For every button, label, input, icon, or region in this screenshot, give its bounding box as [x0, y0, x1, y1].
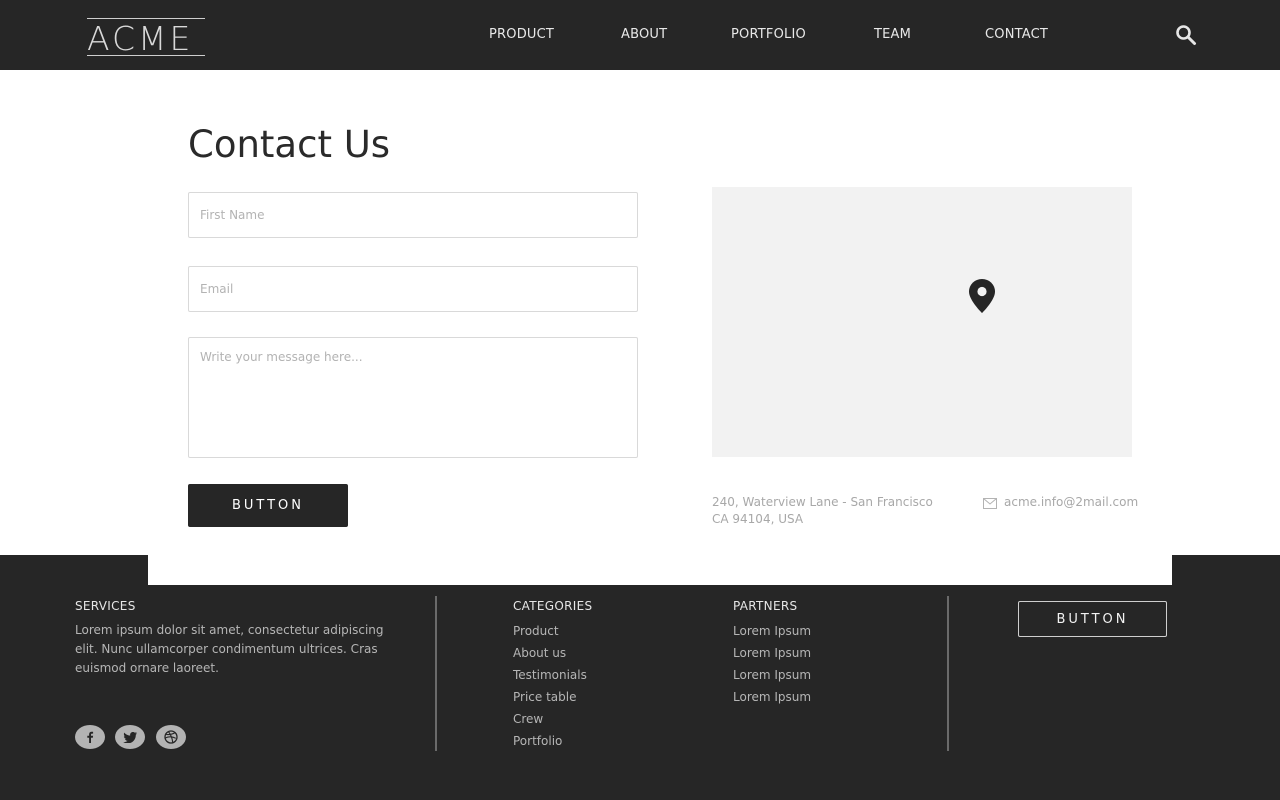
logo-underline [87, 55, 205, 56]
page-title: Contact Us [188, 123, 391, 166]
map-pin-icon [969, 279, 995, 313]
partner-link[interactable]: Lorem Ipsum [733, 623, 811, 639]
site-footer: SERVICES Lorem ipsum dolor sit amet, con… [0, 555, 1280, 800]
mail-icon [983, 498, 997, 509]
footer-divider-left [435, 596, 437, 751]
nav-item-product[interactable]: PRODUCT [489, 26, 554, 44]
dribbble-icon[interactable] [156, 725, 186, 749]
search-icon[interactable] [1175, 24, 1197, 46]
message-field[interactable] [188, 337, 638, 458]
category-link-price-table[interactable]: Price table [513, 689, 576, 705]
contact-email-link[interactable]: acme.info@2mail.com [1004, 494, 1138, 511]
submit-button[interactable]: BUTTON [188, 484, 348, 527]
logo[interactable]: ACME [87, 18, 205, 58]
first-name-field[interactable] [188, 192, 638, 238]
footer-divider-right [947, 596, 949, 751]
categories-heading: CATEGORIES [513, 599, 593, 613]
services-text: Lorem ipsum dolor sit amet, consectetur … [75, 623, 384, 675]
email-field[interactable] [188, 266, 638, 312]
nav-item-team[interactable]: TEAM [874, 26, 911, 44]
footer-tab [148, 555, 1172, 585]
address-line-1: 240, Waterview Lane - San Francisco [712, 495, 933, 509]
site-header: ACME PRODUCT ABOUT PORTFOLIO TEAM CONTAC… [0, 0, 1280, 70]
nav-item-portfolio[interactable]: PORTFOLIO [731, 26, 806, 44]
category-link-testimonials[interactable]: Testimonials [513, 667, 587, 683]
map[interactable] [712, 187, 1132, 457]
logo-text: ACME [87, 19, 194, 58]
twitter-icon[interactable] [115, 725, 145, 749]
address: 240, Waterview Lane - San Francisco CA 9… [712, 494, 933, 528]
facebook-icon[interactable] [75, 725, 105, 749]
partners-heading: PARTNERS [733, 599, 798, 613]
footer-button[interactable]: BUTTON [1018, 601, 1167, 637]
category-link-product[interactable]: Product [513, 623, 559, 639]
category-link-portfolio[interactable]: Portfolio [513, 733, 562, 749]
partner-link[interactable]: Lorem Ipsum [733, 667, 811, 683]
partner-link[interactable]: Lorem Ipsum [733, 689, 811, 705]
nav-item-about[interactable]: ABOUT [621, 26, 667, 44]
services-heading: SERVICES [75, 599, 136, 613]
nav-item-contact[interactable]: CONTACT [985, 26, 1048, 44]
category-link-crew[interactable]: Crew [513, 711, 543, 727]
category-link-about[interactable]: About us [513, 645, 566, 661]
partner-link[interactable]: Lorem Ipsum [733, 645, 811, 661]
address-line-2: CA 94104, USA [712, 512, 804, 526]
